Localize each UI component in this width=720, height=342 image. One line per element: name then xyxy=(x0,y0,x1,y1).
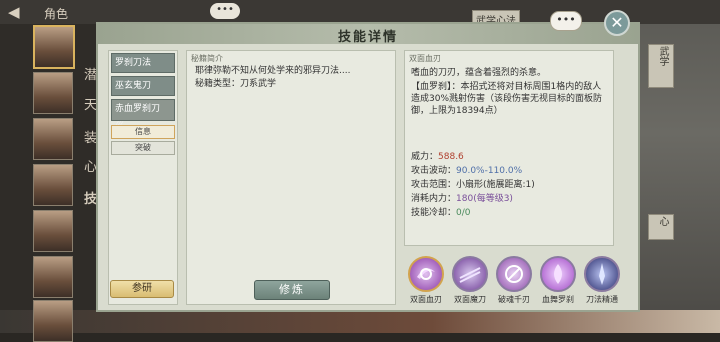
close-icon[interactable]: ✕ xyxy=(604,10,630,36)
move-detail-panel: 双面血刃 嗜血的刀刃，蕴含着强烈的杀意。 【血罗刹】：本招式还将对目标周围1格内… xyxy=(404,50,614,246)
manual-description: 耶律弥勒不知从何处学来的邪异刀法.... 秘籍类型：刀系武学 xyxy=(195,65,390,91)
character-portrait[interactable] xyxy=(33,118,73,160)
stat-label: 攻击波动： xyxy=(411,166,457,176)
stat-label: 攻击范围： xyxy=(411,180,457,190)
bottom-strip xyxy=(0,310,720,333)
manual-intro-panel: 秘籍简介 耶律弥勒不知从何处学来的邪异刀法.... 秘籍类型：刀系武学 xyxy=(186,50,396,305)
stat-cooldown: 技能冷却：0/0 xyxy=(411,205,471,218)
skill-icon-label: 双面血刃 xyxy=(410,295,442,304)
stat-power: 威力：588.6 xyxy=(411,149,464,162)
move-flavor: 嗜血的刀刃，蕴含着强烈的杀意。 xyxy=(411,68,547,78)
blood-blade-icon[interactable] xyxy=(408,256,444,292)
stat-range: 攻击范围：小扇形(施展距离:1) xyxy=(411,177,535,190)
skill-icon-label: 破魂千刃 xyxy=(498,295,530,304)
back-icon[interactable]: ◀ xyxy=(8,3,20,21)
stat-value: 小扇形(施展距离:1) xyxy=(456,180,535,190)
stat-label: 消耗内力： xyxy=(411,194,457,204)
study-button[interactable]: 参研 xyxy=(110,280,174,298)
manual-type: 秘籍类型：刀系武学 xyxy=(195,79,277,89)
character-portrait[interactable] xyxy=(33,25,75,69)
chat-bubble-icon[interactable]: ••• xyxy=(550,11,582,31)
stat-label: 技能冷却： xyxy=(411,208,457,218)
move-name-header: 双面血刃 xyxy=(409,54,441,63)
skill-icon-label: 双面魔刀 xyxy=(454,295,486,304)
section-header: 秘籍简介 xyxy=(191,54,223,63)
bg-chip: 心 xyxy=(648,214,674,240)
character-portrait[interactable] xyxy=(33,72,73,114)
character-portrait[interactable] xyxy=(33,256,73,298)
skill-item-label: 罗刹刀法 xyxy=(115,58,152,68)
tab-breakthrough[interactable]: 突破 xyxy=(111,141,175,155)
skill-icon-label: 血舞罗刹 xyxy=(542,295,574,304)
chat-dots-icon[interactable]: ••• xyxy=(210,3,240,19)
stat-mana-cost: 消耗内力：180(每等级3) xyxy=(411,191,513,204)
demon-blade-icon[interactable] xyxy=(452,256,488,292)
skill-item[interactable]: 罗刹刀法 xyxy=(111,53,175,73)
manual-desc-text: 耶律弥勒不知从何处学来的邪异刀法.... xyxy=(195,66,351,76)
soul-break-icon[interactable] xyxy=(496,256,532,292)
practice-button[interactable]: 修炼 xyxy=(254,280,330,300)
move-effect: 【血罗刹】：本招式还将对目标周围1格内的敌人造成30%溅射伤害（该段伤害无视目标… xyxy=(411,82,603,116)
character-portrait[interactable] xyxy=(33,300,73,342)
blade-mastery-icon[interactable] xyxy=(584,256,620,292)
blood-dance-icon[interactable] xyxy=(540,256,576,292)
bg-chip: 武学 xyxy=(648,44,674,88)
stat-label: 威力： xyxy=(411,152,439,162)
character-portrait[interactable] xyxy=(33,164,73,206)
skill-icon-label: 刀法精通 xyxy=(586,295,618,304)
tab-info[interactable]: 信息 xyxy=(111,125,175,139)
stat-value: 588.6 xyxy=(438,152,464,162)
stat-fluctuation: 攻击波动：90.0%-110.0% xyxy=(411,163,522,176)
skill-item[interactable]: 巫玄鬼刀 xyxy=(111,76,175,96)
stat-value: 0/0 xyxy=(456,208,471,218)
stat-value: 180(每等级3) xyxy=(456,194,513,204)
skill-list: 罗刹刀法 巫玄鬼刀 赤血罗刹刀 ⁄⁄⁄ 信息 突破 xyxy=(108,50,178,305)
character-portrait[interactable] xyxy=(33,210,73,252)
role-title: 角色 xyxy=(44,7,69,21)
skill-item-selected[interactable]: 赤血罗刹刀 ⁄⁄⁄ xyxy=(111,99,175,129)
skill-detail-dialog: 技能详情 罗刹刀法 巫玄鬼刀 赤血罗刹刀 ⁄⁄⁄ 信息 突破 参研 秘籍简介 耶… xyxy=(96,22,640,312)
skill-item-label: 巫玄鬼刀 xyxy=(115,81,152,91)
stat-value: 90.0%-110.0% xyxy=(456,166,523,176)
skill-item-label: 赤血罗刹刀 xyxy=(115,104,161,114)
